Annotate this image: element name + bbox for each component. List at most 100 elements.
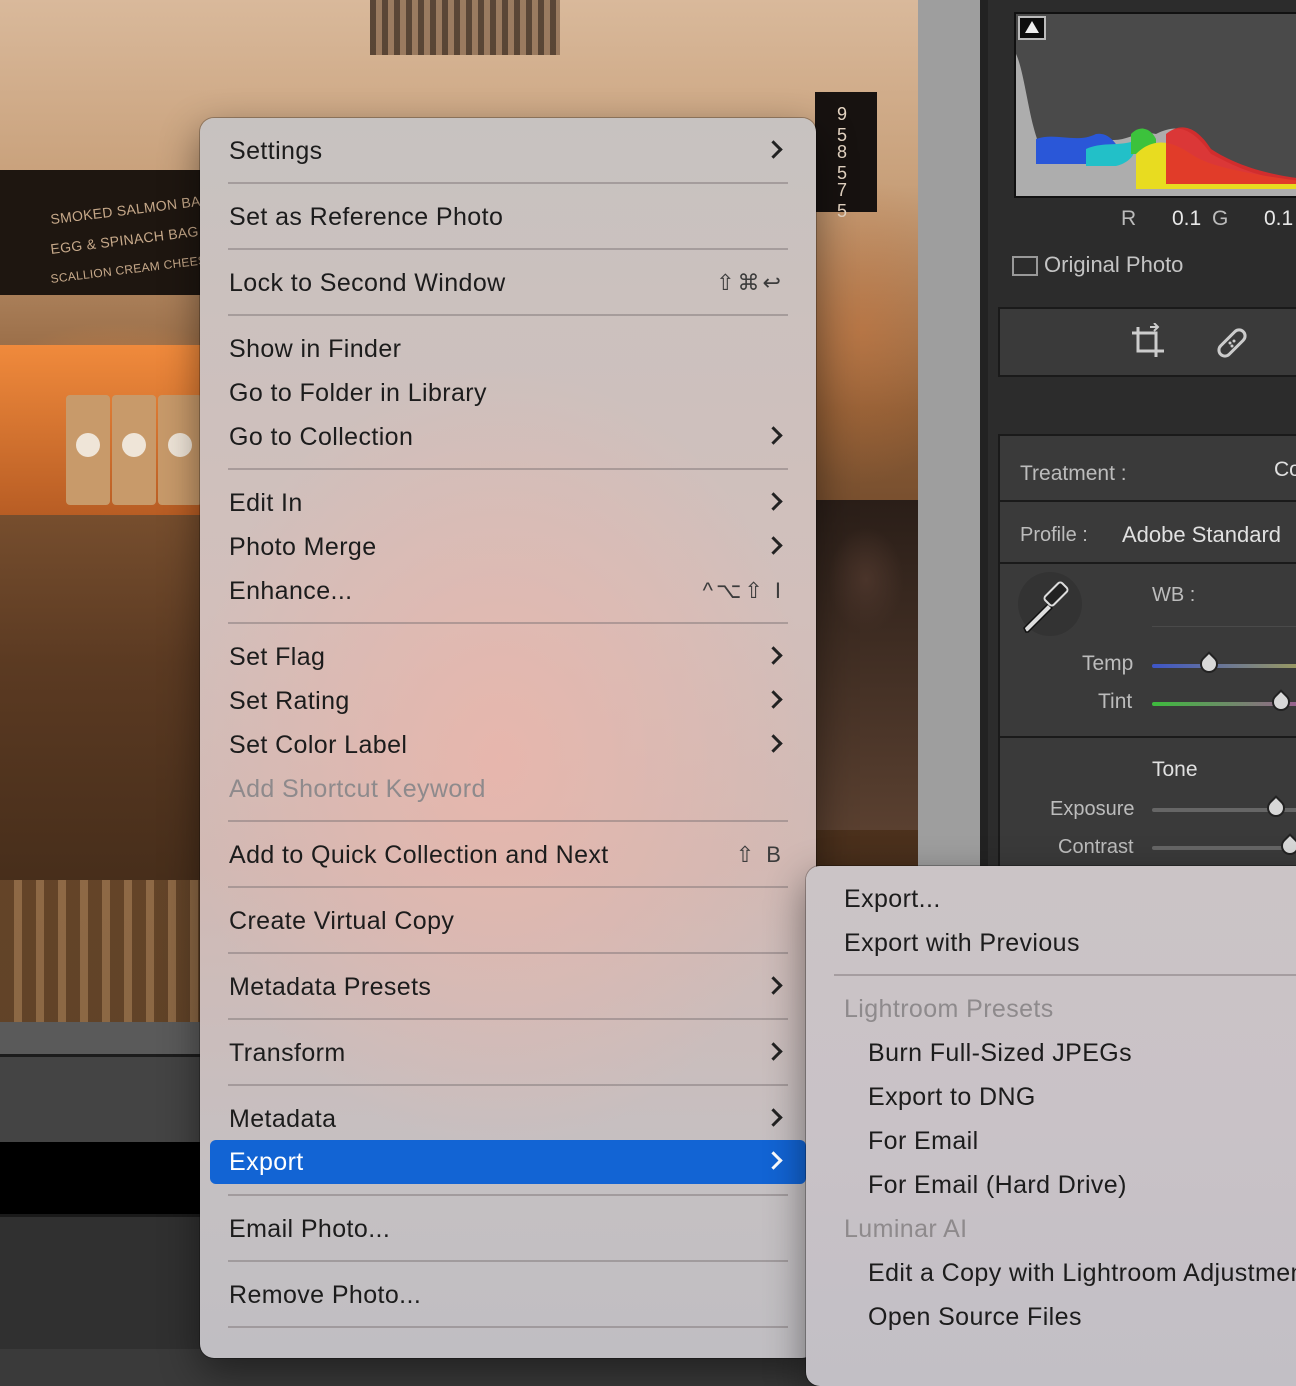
photo-context-menu: Settings Set as Reference Photo Lock to …: [200, 118, 816, 1358]
menu-item-label: Add to Quick Collection and Next: [229, 841, 609, 869]
menu-divider: [228, 1084, 788, 1086]
crop-icon[interactable]: [1128, 323, 1168, 363]
menu-item-label: Transform: [229, 1039, 346, 1067]
menu-item-label: Remove Photo...: [229, 1281, 422, 1309]
menu-item-export[interactable]: Export: [210, 1140, 806, 1184]
submenu-item-burn-full-sized-jpegs[interactable]: Burn Full-Sized JPEGs: [816, 1031, 1296, 1075]
menu-board: SMOKED SALMON BA EGG & SPINACH BAG SCALL…: [0, 170, 215, 295]
eyedropper-icon: [1023, 581, 1069, 633]
menu-item-add-to-quick-collection[interactable]: Add to Quick Collection and Next ⇧ B: [210, 833, 806, 877]
submenu-item-for-email-hard-drive[interactable]: For Email (Hard Drive): [816, 1163, 1296, 1207]
menu-item-label: Export: [229, 1148, 304, 1176]
menu-item-label: Open Source Files: [868, 1303, 1082, 1331]
contrast-slider[interactable]: [1152, 846, 1296, 850]
submenu-item-open-source-files[interactable]: Open Source Files: [816, 1295, 1296, 1339]
wb-selector[interactable]: [1018, 572, 1082, 636]
menu-item-label: Set as Reference Photo: [229, 203, 504, 231]
temp-label: Temp: [1082, 652, 1134, 675]
menu-item-remove-photo[interactable]: Remove Photo...: [210, 1273, 806, 1317]
basic-panel: Treatment : Co Profile : Adobe Standard …: [998, 434, 1296, 874]
menu-item-create-virtual-copy[interactable]: Create Virtual Copy: [210, 899, 806, 943]
price-line: 7 5: [837, 180, 854, 221]
menu-item-enhance[interactable]: Enhance... ^⌥⇧ I: [210, 569, 806, 613]
menu-item-show-in-finder[interactable]: Show in Finder: [210, 327, 806, 371]
submenu-item-for-email[interactable]: For Email: [816, 1119, 1296, 1163]
menu-item-label: Export with Previous: [844, 929, 1080, 957]
menu-item-metadata[interactable]: Metadata: [210, 1097, 806, 1141]
histogram-r-value: 0.1: [1172, 207, 1202, 230]
menu-item-label: Set Rating: [229, 687, 350, 715]
chevron-right-icon: [764, 1042, 783, 1061]
submenu-item-edit-copy-with-adjustments[interactable]: Edit a Copy with Lightroom Adjustments: [816, 1251, 1296, 1295]
chevron-right-icon: [764, 140, 783, 159]
menu-divider: [228, 182, 788, 184]
profile-value[interactable]: Adobe Standard: [1122, 522, 1281, 548]
menu-divider: [228, 468, 788, 470]
menu-board-line: SMOKED SALMON BA: [49, 192, 202, 228]
menu-item-label: Enhance...: [229, 577, 353, 605]
submenu-item-export[interactable]: Export...: [816, 877, 1296, 921]
healing-brush-icon[interactable]: [1212, 323, 1252, 363]
menu-item-label: Add Shortcut Keyword: [229, 775, 486, 803]
tint-slider-thumb[interactable]: [1268, 689, 1294, 715]
menu-item-settings[interactable]: Settings: [210, 129, 806, 173]
menu-item-go-to-folder[interactable]: Go to Folder in Library: [210, 371, 806, 415]
histogram-g-label: G: [1212, 207, 1229, 230]
menu-section-label: Lightroom Presets: [844, 995, 1054, 1023]
contrast-label: Contrast: [1058, 836, 1134, 858]
histogram-r-label: R: [1121, 207, 1137, 230]
menu-item-edit-in[interactable]: Edit In: [210, 481, 806, 525]
menu-item-label: Metadata Presets: [229, 973, 432, 1001]
histogram-graph: [1016, 54, 1296, 196]
chevron-right-icon: [764, 690, 783, 709]
menu-item-lock-to-second-window[interactable]: Lock to Second Window ⇧⌘↩: [210, 261, 806, 305]
menu-item-set-rating[interactable]: Set Rating: [210, 679, 806, 723]
menu-divider: [228, 1018, 788, 1020]
menu-divider: [834, 974, 1296, 976]
coffee-bag: [66, 395, 110, 505]
menu-item-set-as-reference-photo[interactable]: Set as Reference Photo: [210, 195, 806, 239]
menu-item-go-to-collection[interactable]: Go to Collection: [210, 415, 806, 459]
shortcut-label: ⇧⌘↩: [716, 270, 784, 295]
menu-item-label: For Email (Hard Drive): [868, 1171, 1127, 1199]
contrast-slider-thumb[interactable]: [1277, 833, 1296, 859]
menu-item-email-photo[interactable]: Email Photo...: [210, 1207, 806, 1251]
tool-strip: [998, 307, 1296, 377]
menu-divider: [228, 820, 788, 822]
temp-slider-thumb[interactable]: [1196, 651, 1222, 677]
menu-item-set-flag[interactable]: Set Flag: [210, 635, 806, 679]
chevron-right-icon: [764, 536, 783, 555]
menu-item-label: Export...: [844, 885, 941, 913]
chevron-right-icon: [764, 646, 783, 665]
menu-item-set-color-label[interactable]: Set Color Label: [210, 723, 806, 767]
menu-item-transform[interactable]: Transform: [210, 1031, 806, 1075]
treatment-label: Treatment :: [1020, 462, 1127, 485]
submenu-item-export-with-previous[interactable]: Export with Previous: [816, 921, 1296, 965]
menu-divider: [228, 1194, 788, 1196]
submenu-item-export-to-dng[interactable]: Export to DNG: [816, 1075, 1296, 1119]
original-photo-label: Original Photo: [1044, 252, 1184, 277]
chevron-right-icon: [764, 1108, 783, 1127]
chevron-right-icon: [764, 426, 783, 445]
clipping-warning-toggle[interactable]: [1018, 16, 1046, 40]
menu-divider: [228, 248, 788, 250]
menu-item-photo-merge[interactable]: Photo Merge: [210, 525, 806, 569]
submenu-header-lightroom-presets: Lightroom Presets: [816, 987, 1296, 1031]
menu-item-label: Burn Full-Sized JPEGs: [868, 1039, 1133, 1067]
menu-item-label: Create Virtual Copy: [229, 907, 455, 935]
menu-item-metadata-presets[interactable]: Metadata Presets: [210, 965, 806, 1009]
treatment-value[interactable]: Co: [1274, 458, 1296, 482]
chevron-right-icon: [764, 976, 783, 995]
histogram-g-value: 0.1: [1264, 207, 1294, 230]
menu-board-line: EGG & SPINACH BAG: [49, 222, 200, 258]
original-photo-checkbox[interactable]: [1012, 256, 1038, 276]
exposure-slider-thumb[interactable]: [1263, 795, 1289, 821]
person-silhouette: [816, 500, 918, 830]
chevron-right-icon: [764, 1151, 783, 1170]
submenu-header-luminar-ai: Luminar AI: [816, 1207, 1296, 1251]
menu-divider: [228, 1260, 788, 1262]
chevron-right-icon: [764, 734, 783, 753]
menu-divider: [228, 314, 788, 316]
temp-slider[interactable]: [1152, 664, 1296, 668]
menu-item-label: Edit a Copy with Lightroom Adjustments: [868, 1259, 1296, 1287]
